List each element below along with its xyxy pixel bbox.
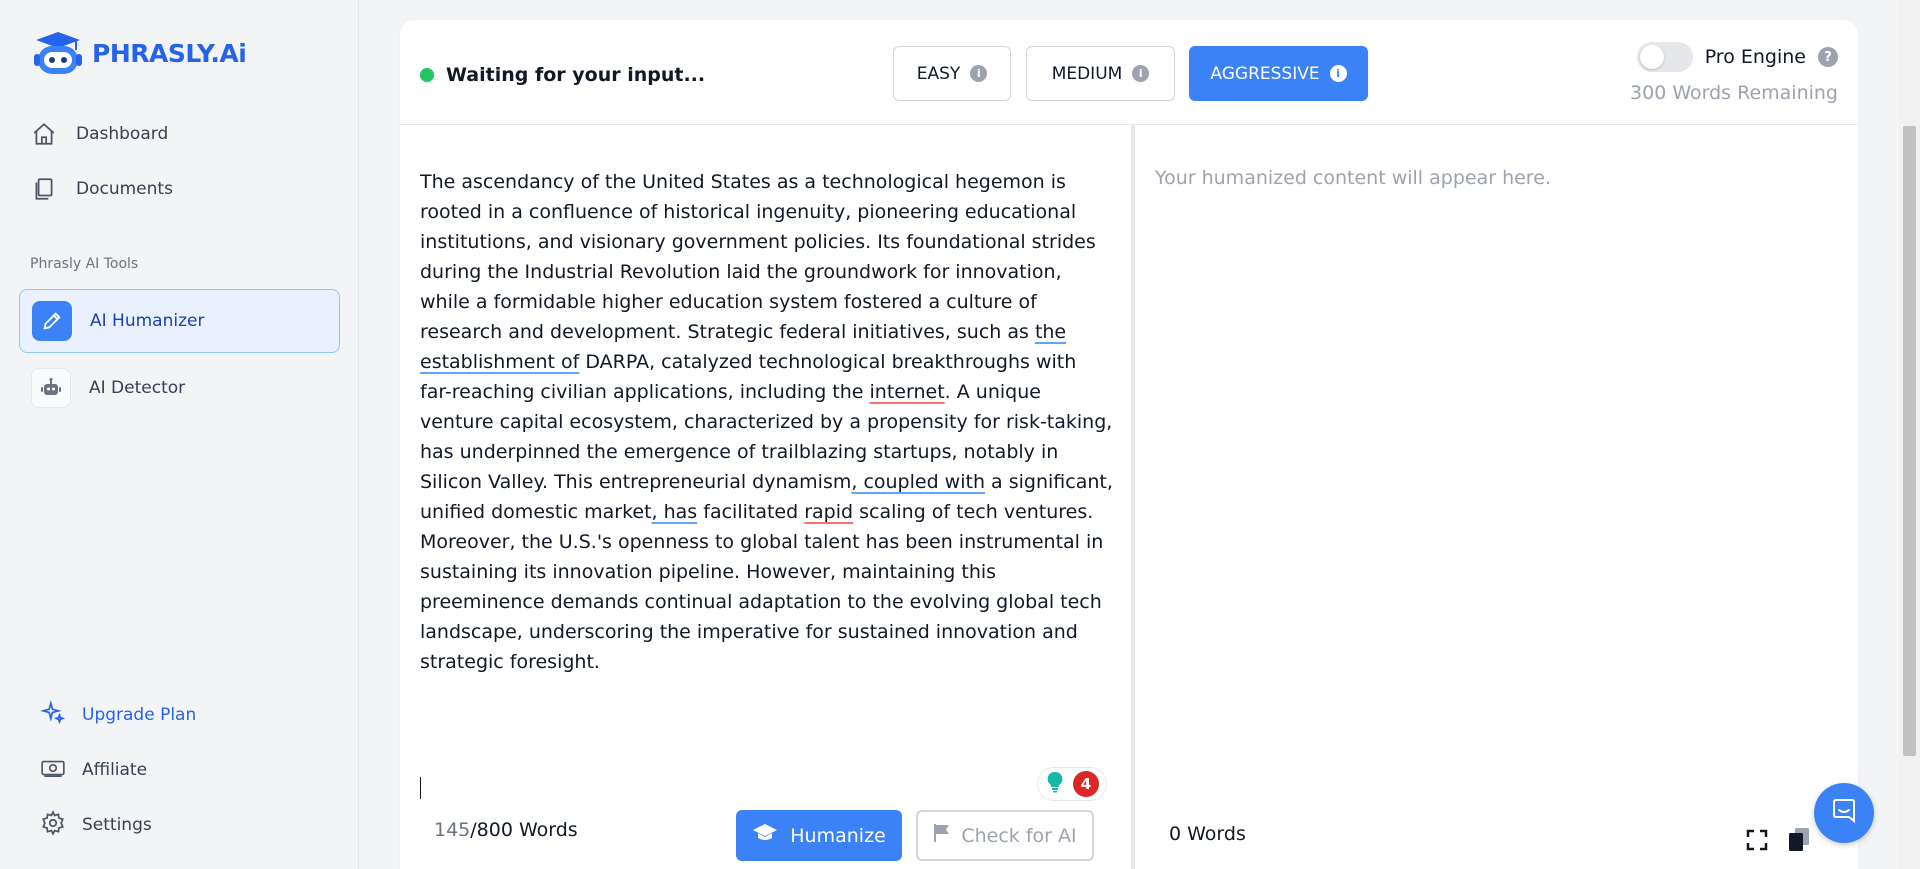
mode-medium-button[interactable]: MEDIUM i	[1026, 46, 1175, 101]
robot-icon	[31, 368, 71, 408]
tools-section-label: Phrasly AI Tools	[30, 256, 139, 272]
grammar-issue-count: 4	[1073, 771, 1099, 797]
input-text-segment: facilitated	[697, 501, 805, 523]
sidebar-item-label: AI Humanizer	[90, 311, 205, 331]
word-count-suffix: /800 Words	[470, 819, 578, 841]
scrollbar-thumb[interactable]	[1903, 126, 1916, 756]
check-for-ai-button[interactable]: Check for AI	[916, 810, 1094, 861]
input-text-segment: scaling of tech ventures. Moreover, the …	[420, 501, 1104, 673]
help-icon[interactable]: ?	[1818, 47, 1838, 67]
sidebar-item-ai-humanizer[interactable]: AI Humanizer	[19, 289, 340, 353]
output-pane: Your humanized content will appear here.…	[1135, 125, 1858, 869]
upgrade-nav: Upgrade Plan	[39, 699, 197, 731]
info-icon[interactable]: i	[970, 65, 988, 82]
humanize-label: Humanize	[790, 824, 886, 847]
documents-nav: Documents	[30, 174, 173, 204]
input-text-segment: The ascendancy of the United States as a…	[420, 171, 1096, 343]
mode-aggressive-button[interactable]: AGGRESSIVE i	[1189, 46, 1368, 101]
fullscreen-icon[interactable]	[1745, 828, 1769, 856]
logo[interactable]: PHRASLY.Ai	[30, 30, 247, 76]
sidebar-item-affiliate[interactable]: Affiliate	[40, 755, 147, 785]
pro-engine-panel: Pro Engine ? 300 Words Remaining	[1630, 42, 1838, 104]
settings-nav: Settings	[40, 809, 152, 841]
pro-engine-label: Pro Engine	[1704, 46, 1806, 68]
sparkles-icon	[39, 699, 66, 731]
status-text: Waiting for your input...	[446, 64, 706, 86]
sidebar-item-label: Documents	[76, 179, 173, 199]
humanizer-card: Waiting for your input... EASY i MEDIUM …	[400, 20, 1858, 869]
page-scrollbar[interactable]	[1899, 0, 1920, 869]
home-icon	[30, 120, 58, 148]
output-word-count: 0 Words	[1169, 823, 1246, 845]
chat-icon	[1830, 797, 1858, 829]
gear-icon	[40, 809, 66, 841]
sidebar: PHRASLY.Ai Dashboard Documents Phrasly A…	[0, 0, 359, 869]
pencil-icon	[32, 301, 72, 341]
sidebar-item-ai-detector[interactable]: AI Detector	[19, 356, 340, 420]
style-suggestion[interactable]: , has	[652, 501, 698, 523]
input-word-count: 145/800 Words	[434, 819, 578, 841]
input-pane[interactable]: The ascendancy of the United States as a…	[400, 125, 1131, 869]
status-dot-icon	[420, 68, 434, 82]
mode-easy-button[interactable]: EASY i	[893, 46, 1011, 101]
words-remaining: 300 Words Remaining	[1630, 82, 1838, 104]
copy-icon[interactable]	[1785, 825, 1813, 857]
pro-engine-toggle[interactable]	[1636, 42, 1693, 72]
mode-label: EASY	[916, 63, 961, 84]
sidebar-item-label: Affiliate	[82, 760, 148, 780]
sidebar-item-label: Upgrade Plan	[82, 705, 197, 725]
lightbulb-icon	[1045, 771, 1065, 797]
check-label: Check for AI	[961, 824, 1077, 847]
sidebar-item-label: Dashboard	[76, 124, 169, 144]
sidebar-item-documents[interactable]: Documents	[30, 174, 173, 204]
sidebar-item-dashboard[interactable]: Dashboard	[30, 119, 168, 149]
text-caret	[420, 777, 421, 799]
grammar-checker-widget[interactable]: 4	[1037, 767, 1107, 801]
humanize-button[interactable]: Humanize	[736, 810, 902, 861]
info-icon[interactable]: i	[1132, 65, 1150, 82]
spelling-suggestion[interactable]: internet	[870, 381, 945, 403]
status-indicator: Waiting for your input...	[420, 64, 705, 86]
logo-text: PHRASLY.Ai	[92, 38, 247, 68]
style-suggestion[interactable]: , coupled with	[851, 471, 985, 493]
spelling-suggestion[interactable]: rapid	[804, 501, 853, 523]
graduation-cap-icon	[752, 823, 778, 848]
chat-support-button[interactable]	[1814, 783, 1874, 843]
affiliate-nav: Affiliate	[40, 755, 147, 785]
info-icon[interactable]: i	[1329, 65, 1347, 82]
mode-label: MEDIUM	[1051, 63, 1123, 84]
word-count-current: 145	[434, 819, 471, 841]
money-icon	[40, 755, 66, 786]
sidebar-item-label: AI Detector	[89, 378, 186, 398]
sidebar-item-label: Settings	[82, 815, 152, 835]
main-nav: Dashboard	[30, 119, 168, 149]
flag-icon	[933, 823, 951, 848]
sidebar-item-upgrade-plan[interactable]: Upgrade Plan	[39, 699, 197, 731]
documents-icon	[30, 175, 58, 203]
toggle-knob	[1639, 45, 1664, 69]
robot-logo-icon	[34, 32, 82, 74]
sidebar-item-settings[interactable]: Settings	[40, 809, 152, 841]
output-placeholder: Your humanized content will appear here.	[1155, 167, 1551, 189]
input-textarea[interactable]: The ascendancy of the United States as a…	[420, 167, 1114, 677]
mode-label: AGGRESSIVE	[1210, 63, 1320, 84]
topbar: Waiting for your input... EASY i MEDIUM …	[400, 20, 1858, 125]
